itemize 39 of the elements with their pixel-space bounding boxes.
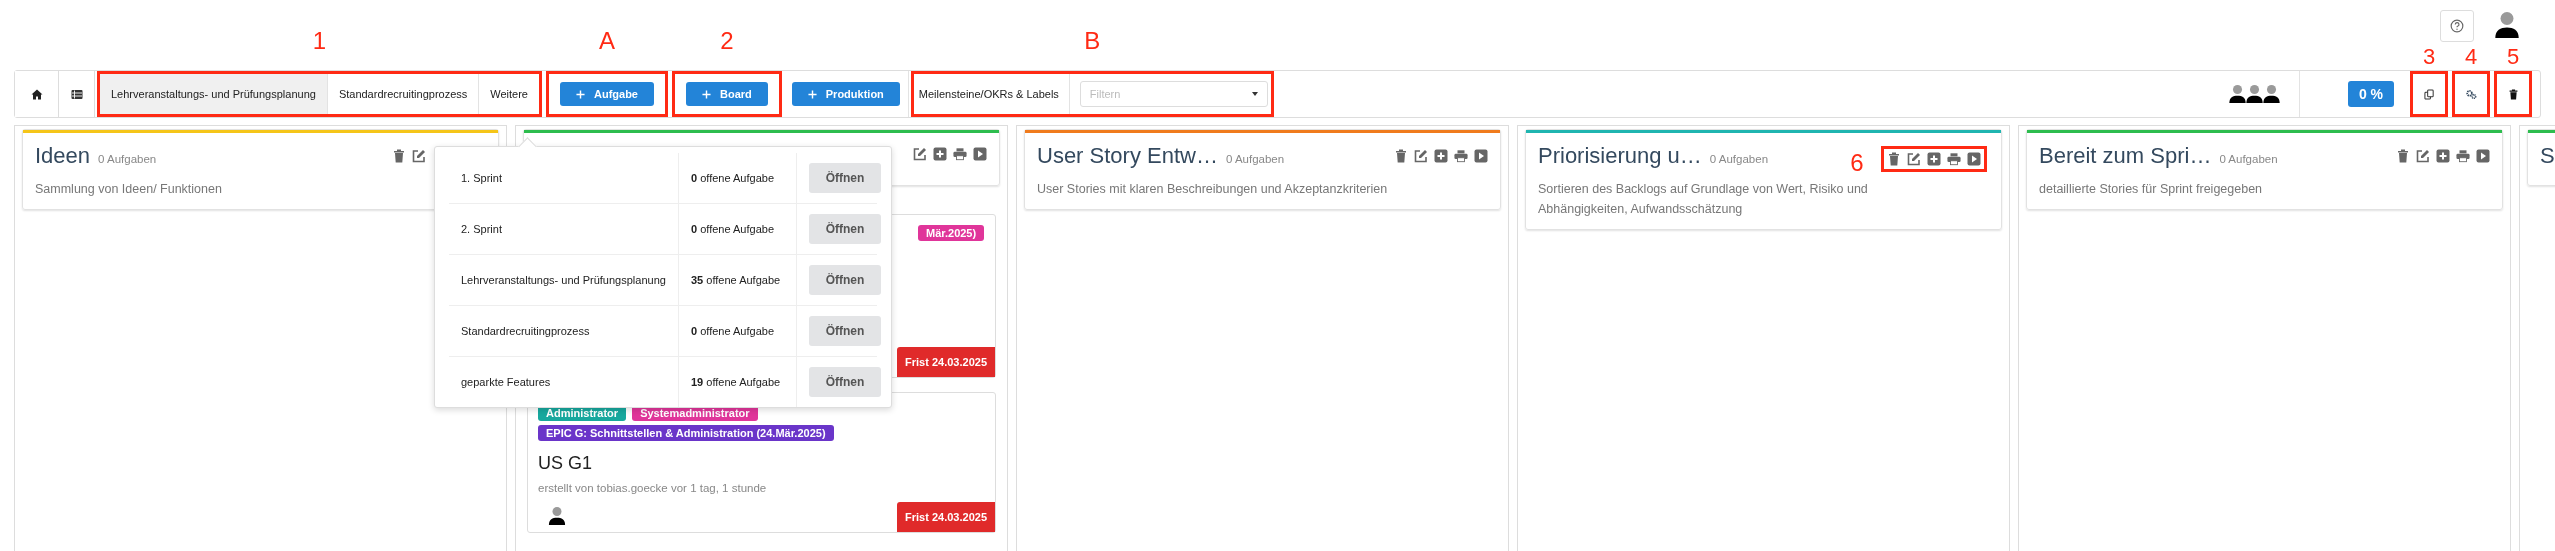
board-name: Lehrveranstaltungs- und Prüfungsplanung — [449, 255, 679, 305]
callout-number: A — [597, 27, 616, 55]
callout-number: B — [1083, 27, 1102, 55]
callout-number: 2 — [719, 27, 735, 55]
board-name: 2. Sprint — [449, 204, 679, 254]
filter-label: Meilensteine/OKRs & Labels — [917, 88, 1059, 100]
column-title: Bereit zum Spri… — [2039, 143, 2212, 169]
progress-badge: 0 % — [2347, 81, 2394, 107]
column-description: Sammlung von Ideen/ Funktionen — [35, 181, 223, 198]
column-title: User Story Entw… — [1037, 143, 1218, 169]
task-count: 0 Aufgaben — [98, 153, 157, 165]
open-task-count: 35 offene Aufgabe — [691, 274, 781, 286]
column-title: S — [2540, 143, 2555, 169]
task-count: 0 Aufgaben — [2219, 153, 2278, 165]
column-title: Priorisierung u… — [1538, 143, 1702, 169]
open-task-count: 0 offene Aufgabe — [691, 325, 774, 337]
board-name: geparkte Features — [449, 357, 679, 407]
open-task-count: 0 offene Aufgabe — [691, 172, 774, 184]
task-count: 0 Aufgaben — [1225, 153, 1285, 165]
card-meta: erstellt von tobias.goecke vor 1 tag, 1 stunde — [538, 482, 768, 494]
callout-number: 4 — [2464, 46, 2478, 68]
callout-number: 3 — [2422, 46, 2436, 68]
board-name: 1. Sprint — [449, 153, 679, 203]
callout-number: 5 — [2506, 46, 2520, 68]
column-title: Ideen — [35, 143, 91, 169]
deadline-badge: Frist 24.03.2025 — [897, 502, 995, 532]
callout-number: 1 — [311, 27, 328, 55]
callout-number: 6 — [1849, 149, 1865, 177]
card-title: US G1 — [538, 453, 594, 474]
column-description: Sortieren des Backlogs auf Grundlage von Wert, Risiko und Abhängigkeiten, Aufwandsschätzung — [1538, 181, 1869, 218]
label-tag: Mär.2025) — [918, 225, 985, 241]
task-count: 0 Aufgaben — [1709, 153, 1769, 165]
open-task-count: 19 offene Aufgabe — [691, 376, 781, 388]
open-task-count: 0 offene Aufgabe — [691, 223, 774, 235]
label-tag: EPIC G: Schnittstellen & Administration (24.Mär.2025) — [538, 425, 834, 441]
column-description: detaillierte Stories für Sprint freigegeben — [2039, 181, 2264, 198]
column-description: User Stories mit klaren Beschreibungen und Akzeptanzkriterien — [1037, 181, 1389, 198]
deadline-badge: Frist 24.03.2025 — [897, 347, 995, 377]
board-name: Standardrecruitingprozess — [449, 306, 679, 356]
